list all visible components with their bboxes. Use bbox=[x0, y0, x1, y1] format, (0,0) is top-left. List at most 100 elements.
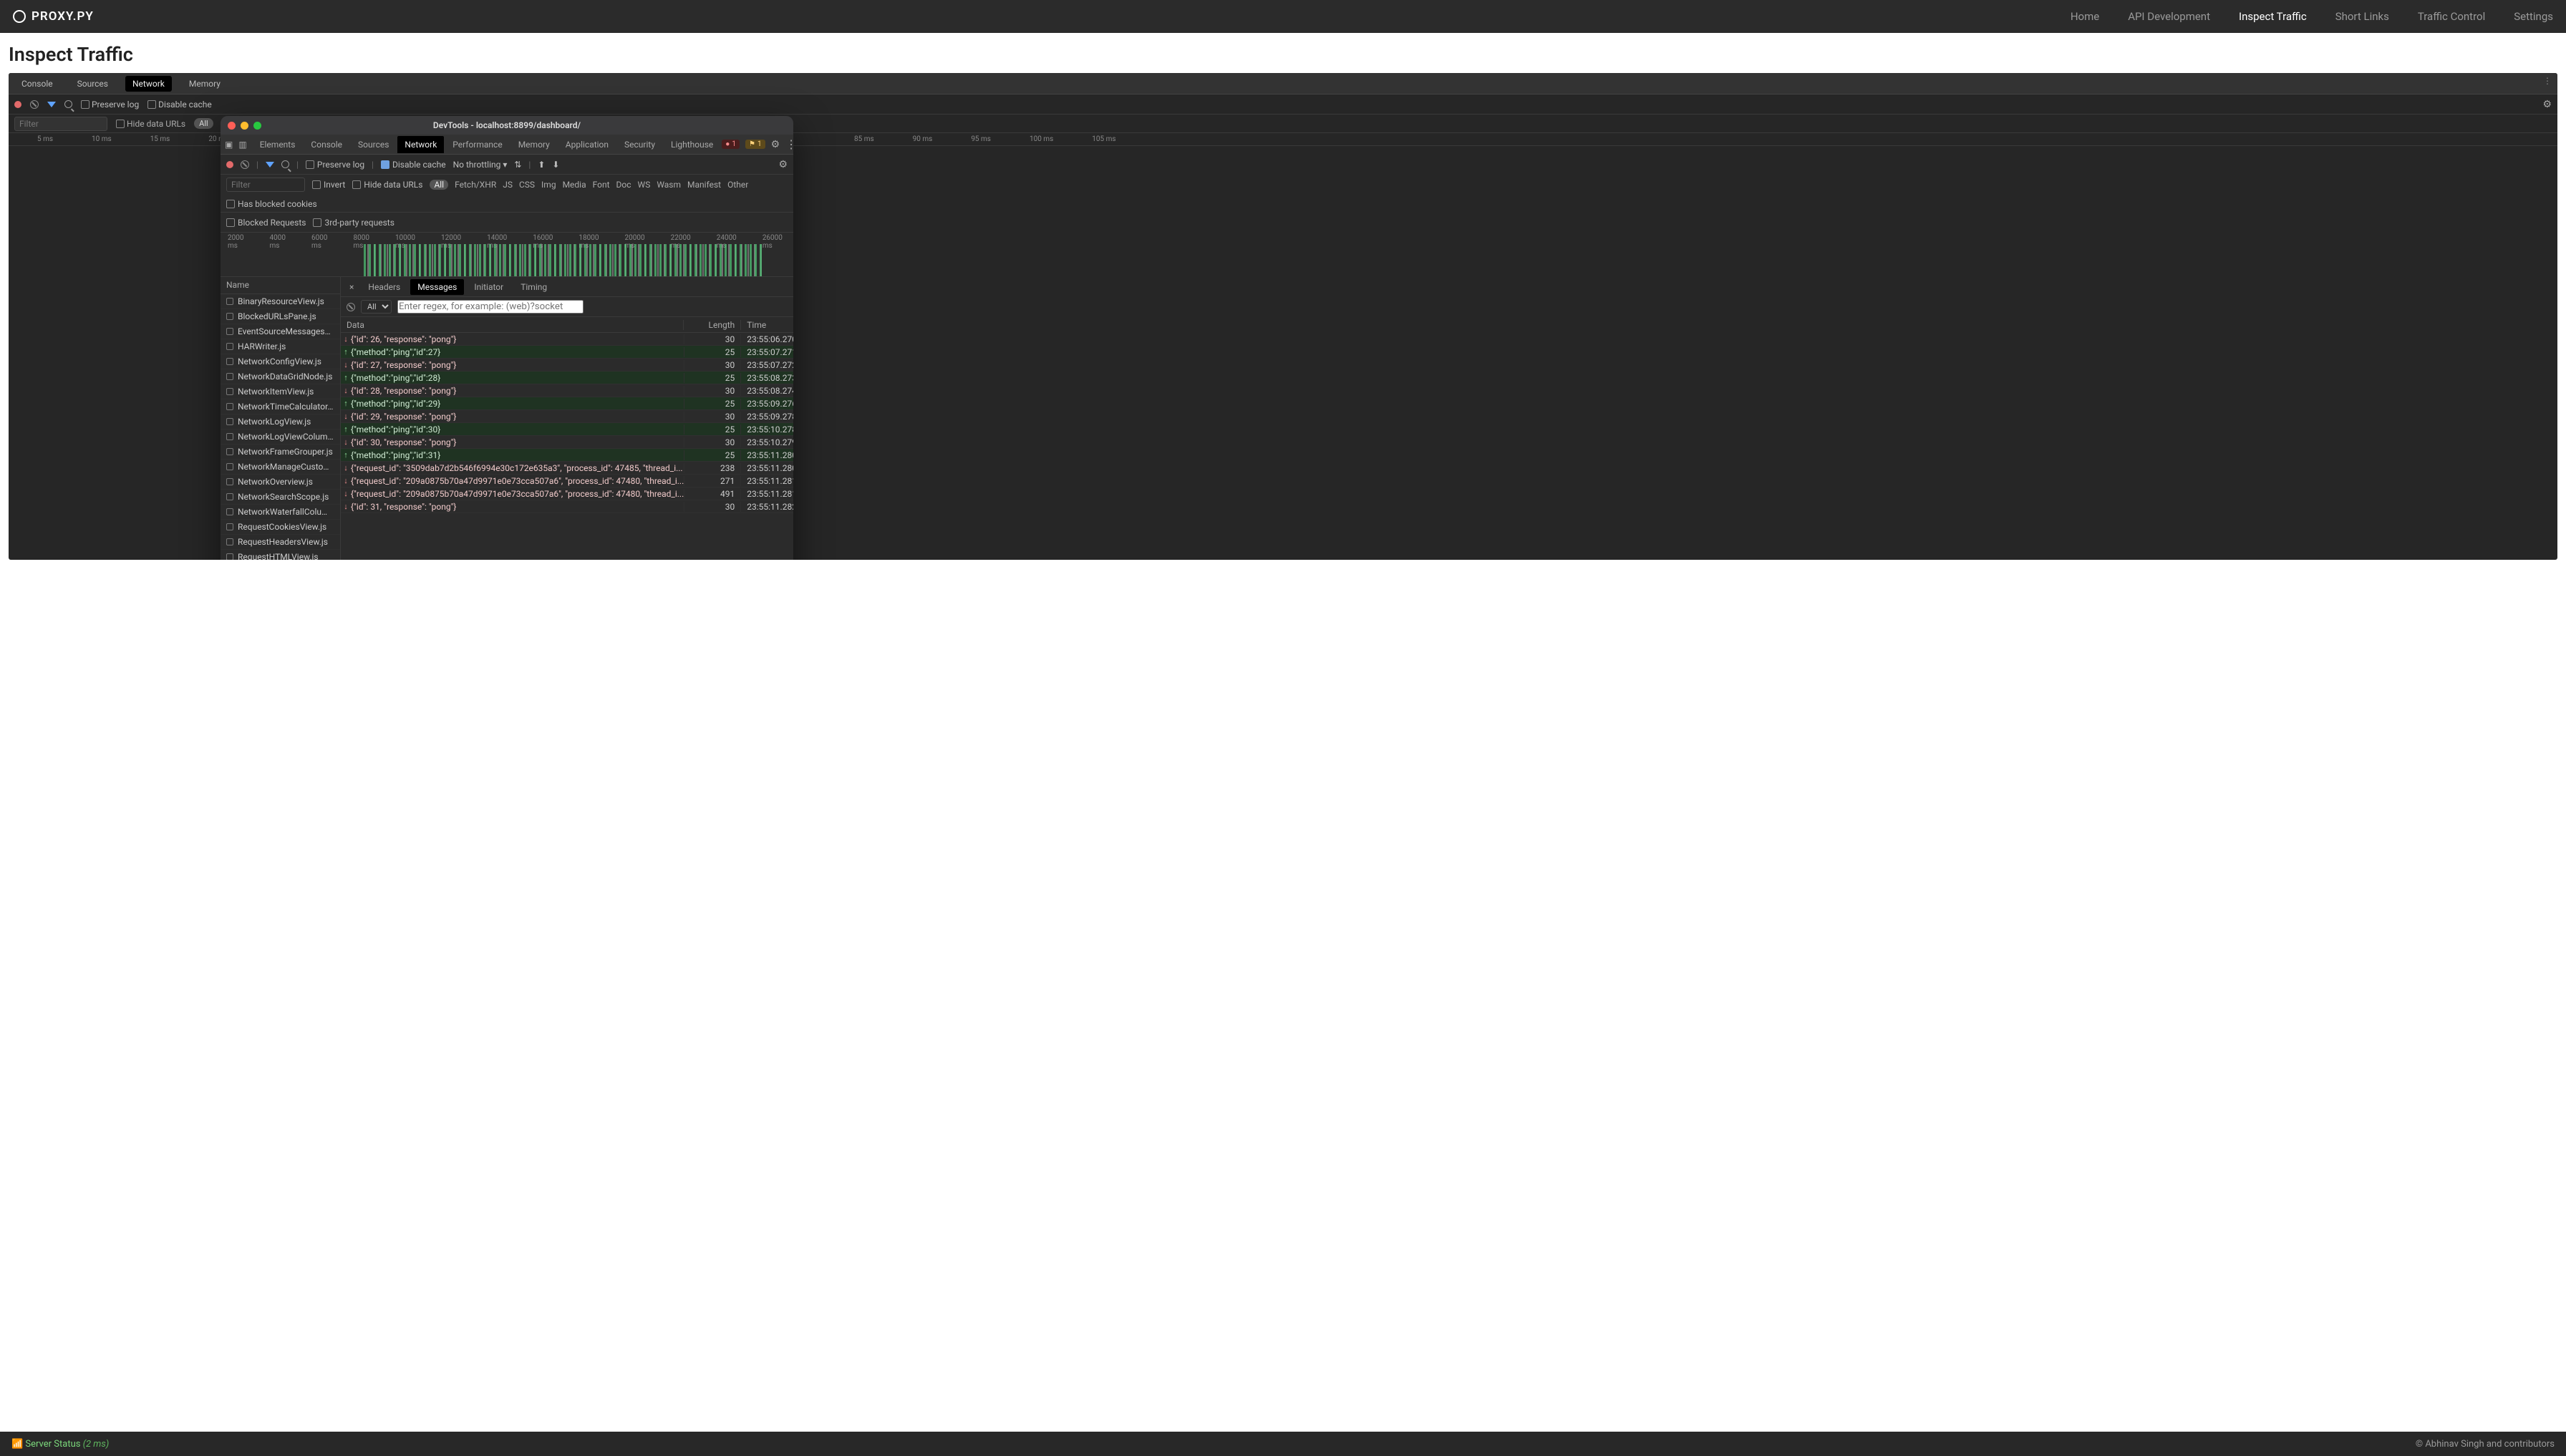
request-item[interactable]: NetworkSearchScope.js bbox=[221, 490, 340, 505]
detail-tab-initiator[interactable]: Initiator bbox=[467, 279, 510, 295]
warn-badge[interactable]: ⚑ 1 bbox=[745, 140, 765, 149]
tab-security[interactable]: Security bbox=[617, 136, 662, 153]
tab-application[interactable]: Application bbox=[558, 136, 616, 153]
invert-checkbox[interactable]: Invert bbox=[312, 180, 345, 190]
bg-tab-memory[interactable]: Memory bbox=[182, 76, 228, 92]
blocked-cookies-checkbox[interactable]: Has blocked cookies bbox=[226, 199, 317, 209]
type-filter-wasm[interactable]: Wasm bbox=[657, 180, 681, 190]
request-item[interactable]: BlockedURLsPane.js bbox=[221, 309, 340, 324]
gear-icon[interactable]: ⚙ bbox=[2542, 99, 2552, 110]
disable-cache-checkbox[interactable]: Disable cache bbox=[381, 160, 446, 170]
type-filter-font[interactable]: Font bbox=[593, 180, 610, 190]
third-party-checkbox[interactable]: 3rd-party requests bbox=[313, 218, 394, 228]
tab-memory[interactable]: Memory bbox=[511, 136, 557, 153]
tab-network[interactable]: Network bbox=[397, 136, 444, 153]
request-item[interactable]: NetworkFrameGrouper.js bbox=[221, 445, 340, 460]
tab-performance[interactable]: Performance bbox=[445, 136, 509, 153]
request-item[interactable]: RequestCookiesView.js bbox=[221, 520, 340, 535]
request-item[interactable]: NetworkDataGridNode.js bbox=[221, 369, 340, 384]
more-icon[interactable]: ⋮ bbox=[2543, 76, 2552, 86]
upload-icon[interactable]: ⬆ bbox=[538, 160, 545, 170]
message-row[interactable]: ↓{"id": 28, "response": "pong"}3023:55:0… bbox=[341, 384, 793, 397]
messages-filter-select[interactable]: All bbox=[361, 300, 392, 314]
col-data[interactable]: Data bbox=[341, 320, 684, 330]
message-row[interactable]: ↓{"request_id": "209a0875b70a47d9971e0e7… bbox=[341, 487, 793, 500]
close-icon[interactable] bbox=[228, 122, 236, 130]
device-toggle-icon[interactable]: ▥ bbox=[238, 140, 246, 150]
request-item[interactable]: NetworkLogViewColumns.js bbox=[221, 429, 340, 445]
hide-data-checkbox[interactable]: Hide data URLs bbox=[352, 180, 422, 190]
gear-icon[interactable]: ⚙ bbox=[778, 159, 788, 170]
tab-elements[interactable]: Elements bbox=[253, 136, 303, 153]
server-status[interactable]: 📶 Server Status (2 ms) bbox=[11, 1439, 109, 1450]
search-icon[interactable] bbox=[281, 160, 289, 168]
request-item[interactable]: RequestHeadersView.js bbox=[221, 535, 340, 550]
preserve-log-checkbox[interactable]: Preserve log bbox=[306, 160, 364, 170]
message-row[interactable]: ↑{"method":"ping","id":29}2523:55:09.276 bbox=[341, 397, 793, 410]
nav-item-short-links[interactable]: Short Links bbox=[2321, 10, 2389, 23]
inspect-element-icon[interactable]: ▣ bbox=[225, 140, 233, 150]
type-filter-all[interactable]: All bbox=[430, 180, 448, 190]
request-item[interactable]: NetworkConfigView.js bbox=[221, 354, 340, 369]
message-row[interactable]: ↓{"request_id": "209a0875b70a47d9971e0e7… bbox=[341, 475, 793, 487]
filter-icon[interactable] bbox=[266, 162, 274, 168]
message-row[interactable]: ↓{"id": 27, "response": "pong"}3023:55:0… bbox=[341, 359, 793, 372]
zoom-icon[interactable] bbox=[253, 122, 261, 130]
wifi-icon[interactable]: ⇅ bbox=[514, 160, 521, 170]
col-time[interactable]: Time bbox=[741, 320, 793, 330]
message-row[interactable]: ↑{"method":"ping","id":31}2523:55:11.280 bbox=[341, 449, 793, 462]
clear-icon[interactable] bbox=[241, 160, 249, 169]
blocked-requests-checkbox[interactable]: Blocked Requests bbox=[226, 218, 306, 228]
request-item[interactable]: NetworkWaterfallColumn.js bbox=[221, 505, 340, 520]
error-badge[interactable]: ● 1 bbox=[722, 140, 740, 149]
detail-tab-timing[interactable]: Timing bbox=[513, 279, 554, 295]
message-row[interactable]: ↓{"id": 30, "response": "pong"}3023:55:1… bbox=[341, 436, 793, 449]
request-item[interactable]: NetworkTimeCalculator.js bbox=[221, 399, 340, 414]
type-filter-js[interactable]: JS bbox=[503, 180, 513, 190]
nav-item-api-development[interactable]: API Development bbox=[2114, 10, 2210, 23]
col-length[interactable]: Length bbox=[684, 320, 741, 330]
detail-tab-messages[interactable]: Messages bbox=[410, 279, 464, 295]
message-row[interactable]: ↑{"method":"ping","id":27}2523:55:07.271 bbox=[341, 346, 793, 359]
minimize-icon[interactable] bbox=[241, 122, 248, 130]
clear-icon[interactable] bbox=[347, 303, 355, 311]
type-all-pill[interactable]: All bbox=[194, 118, 213, 129]
bg-tab-sources[interactable]: Sources bbox=[70, 76, 115, 92]
gear-icon[interactable]: ⚙ bbox=[771, 139, 780, 150]
request-item[interactable]: RequestHTMLView.js bbox=[221, 550, 340, 560]
request-item[interactable]: NetworkManageCustomHead... bbox=[221, 460, 340, 475]
type-filter-css[interactable]: CSS bbox=[519, 180, 535, 190]
network-timeline[interactable]: 2000 ms4000 ms6000 ms8000 ms10000 ms1200… bbox=[221, 233, 793, 277]
preserve-log-checkbox[interactable]: Preserve log bbox=[81, 100, 139, 110]
type-filter-other[interactable]: Other bbox=[727, 180, 748, 190]
search-icon[interactable] bbox=[64, 100, 72, 108]
close-detail-icon[interactable]: × bbox=[345, 282, 358, 292]
type-filter-manifest[interactable]: Manifest bbox=[687, 180, 721, 190]
tab-lighthouse[interactable]: Lighthouse bbox=[664, 136, 720, 153]
request-item[interactable]: NetworkOverview.js bbox=[221, 475, 340, 490]
type-filter-img[interactable]: Img bbox=[541, 180, 556, 190]
message-row[interactable]: ↓{"request_id": "3509dab7d2b546f6994e30c… bbox=[341, 462, 793, 475]
filter-input[interactable] bbox=[226, 178, 305, 192]
requests-list[interactable]: BinaryResourceView.jsBlockedURLsPane.jsE… bbox=[221, 294, 340, 560]
message-row[interactable]: ↑{"method":"ping","id":30}2523:55:10.278 bbox=[341, 423, 793, 436]
type-filter-media[interactable]: Media bbox=[563, 180, 586, 190]
record-icon[interactable] bbox=[14, 101, 21, 108]
message-row[interactable]: ↓{"id": 26, "response": "pong"}3023:55:0… bbox=[341, 333, 793, 346]
hide-data-urls-checkbox[interactable]: Hide data URLs bbox=[116, 119, 185, 129]
disable-cache-checkbox[interactable]: Disable cache bbox=[147, 100, 212, 110]
filter-icon[interactable] bbox=[47, 102, 56, 107]
bg-tab-console[interactable]: Console bbox=[14, 76, 60, 92]
message-row[interactable]: ↑{"method":"ping","id":28}2523:55:08.273 bbox=[341, 372, 793, 384]
type-filter-doc[interactable]: Doc bbox=[616, 180, 631, 190]
nav-item-settings[interactable]: Settings bbox=[2499, 10, 2553, 23]
tab-sources[interactable]: Sources bbox=[351, 136, 396, 153]
bg-tab-network[interactable]: Network bbox=[125, 76, 172, 92]
nav-item-traffic-control[interactable]: Traffic Control bbox=[2403, 10, 2485, 23]
type-filter-ws[interactable]: WS bbox=[638, 180, 651, 190]
type-filter-fetchxhr[interactable]: Fetch/XHR bbox=[455, 180, 496, 190]
titlebar[interactable]: DevTools - localhost:8899/dashboard/ bbox=[221, 116, 793, 135]
record-icon[interactable] bbox=[226, 161, 233, 168]
message-row[interactable]: ↓{"id": 29, "response": "pong"}3023:55:0… bbox=[341, 410, 793, 423]
nav-item-home[interactable]: Home bbox=[2056, 10, 2099, 23]
